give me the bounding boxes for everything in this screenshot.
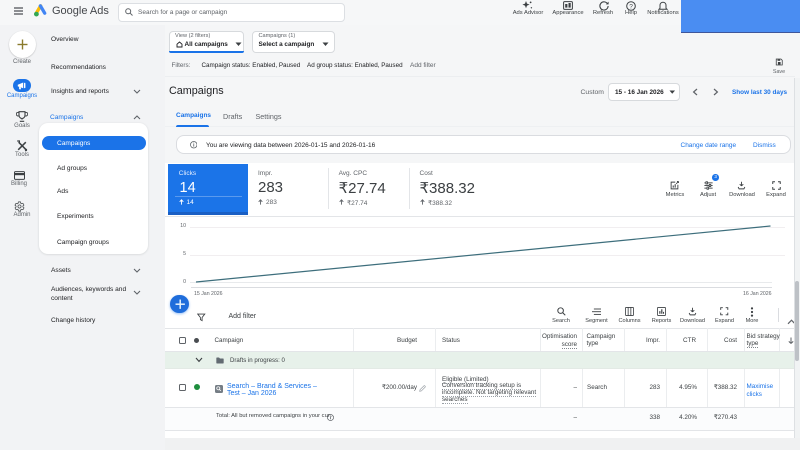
svg-text:?: ? [629, 3, 633, 10]
